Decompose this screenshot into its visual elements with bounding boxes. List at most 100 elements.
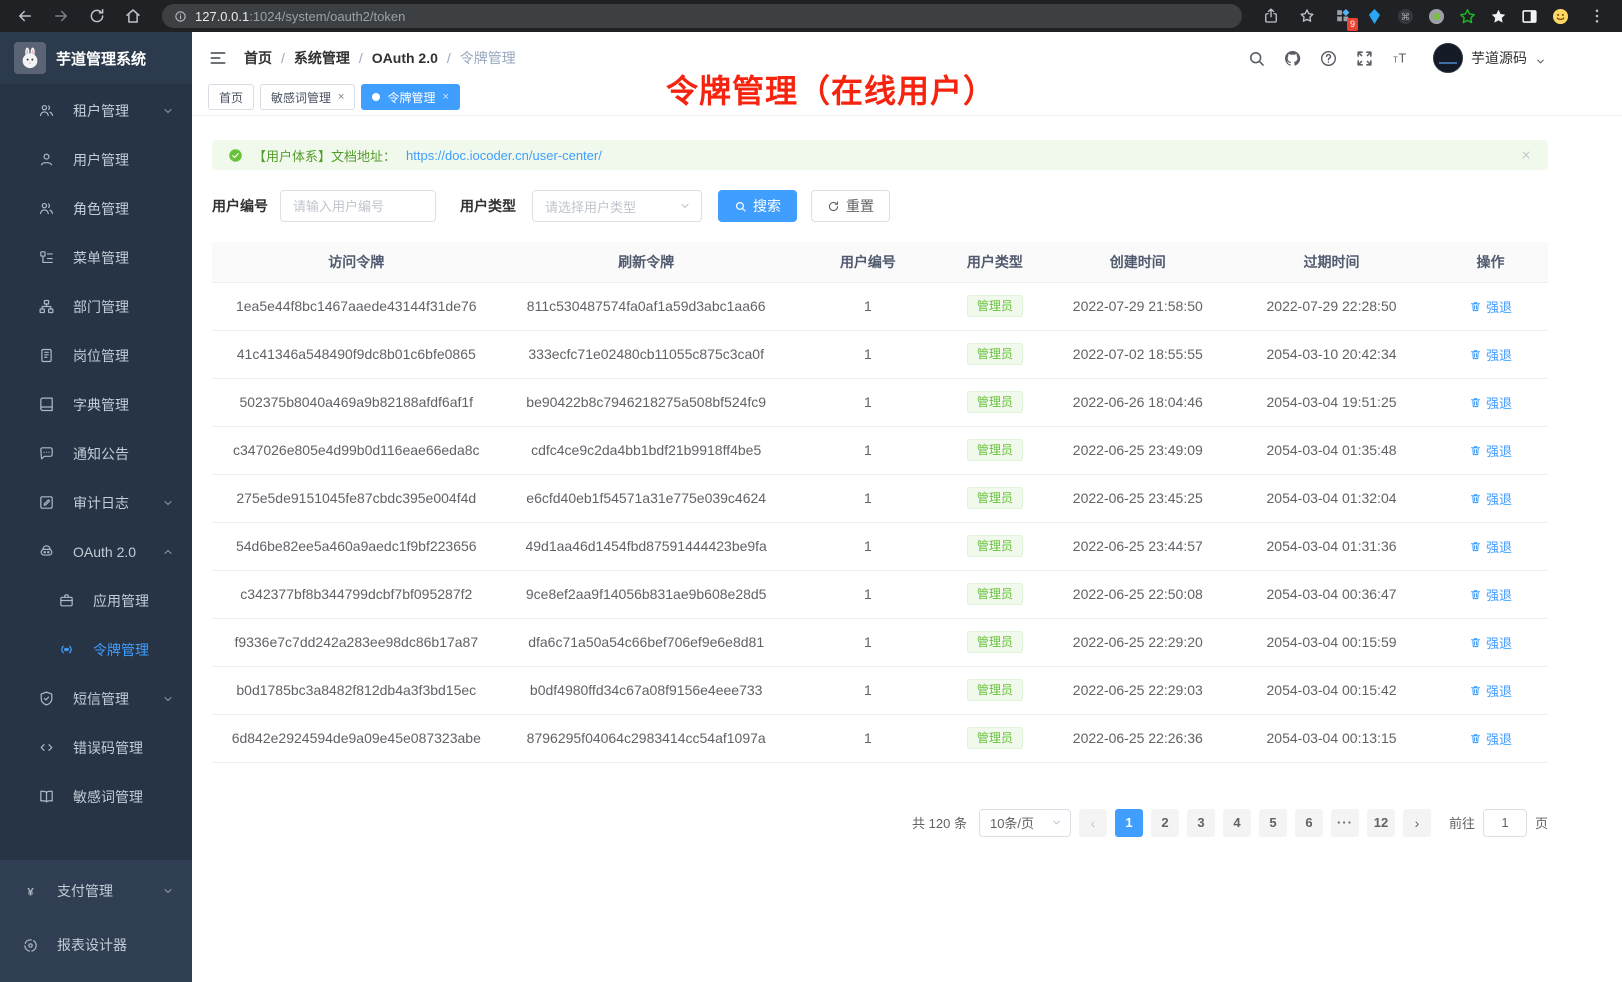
breadcrumb-item[interactable]: 系统管理 — [294, 48, 350, 68]
table-row: 41c41346a548490f9dc8b01c6bfe0865 333ecfc… — [212, 330, 1548, 378]
extension-white-star-icon[interactable] — [1489, 7, 1508, 26]
sidebar-item-error-code[interactable]: 错误码管理 — [0, 723, 192, 772]
sidebar-item-oauth2-token[interactable]: 令牌管理 — [0, 625, 192, 674]
sidebar-item-audit-log[interactable]: 审计日志 — [0, 478, 192, 527]
browser-menu-icon[interactable] — [1588, 7, 1606, 25]
user-menu[interactable]: 芋道源码 — [1433, 43, 1546, 73]
created-time-cell: 2022-06-25 23:44:57 — [1046, 522, 1230, 570]
total-count: 共 120 条 — [912, 813, 967, 832]
sidebar-item-tenant[interactable]: 租户管理 — [0, 86, 192, 135]
extension-badge: 9 — [1347, 18, 1358, 31]
sidebar-item-role[interactable]: 角色管理 — [0, 184, 192, 233]
url-path: :1024/system/oauth2/token — [249, 9, 405, 24]
page-button-12[interactable]: 12 — [1367, 809, 1395, 837]
sidebar-item-report-designer[interactable]: 报表设计器 — [0, 918, 192, 972]
page-button-5[interactable]: 5 — [1259, 809, 1287, 837]
sidebar-item-sms[interactable]: 短信管理 — [0, 674, 192, 723]
page-button-6[interactable]: 6 — [1295, 809, 1323, 837]
extension-emoji-icon[interactable] — [1551, 7, 1570, 26]
font-size-icon[interactable]: TT — [1391, 49, 1410, 68]
extension-gem-icon[interactable] — [1365, 7, 1384, 26]
search-button[interactable]: 搜索 — [718, 190, 797, 222]
breadcrumb-item[interactable]: 首页 — [244, 48, 272, 68]
user-type-badge: 管理员 — [967, 343, 1023, 365]
goto-page-input[interactable] — [1483, 809, 1527, 837]
sidebar-collapse-icon[interactable] — [208, 48, 228, 68]
sidebar-item-oauth2[interactable]: OAuth 2.0 — [0, 527, 192, 576]
address-bar[interactable]: 127.0.0.1:1024/system/oauth2/token — [162, 4, 1242, 28]
sidebar-item-oauth2-app[interactable]: 应用管理 — [0, 576, 192, 625]
force-logout-label: 强退 — [1486, 585, 1512, 604]
force-logout-link[interactable]: 强退 — [1469, 393, 1512, 412]
user-type-cell: 管理员 — [944, 666, 1046, 714]
force-logout-link[interactable]: 强退 — [1469, 537, 1512, 556]
info-icon[interactable] — [174, 10, 187, 23]
extension-record-icon[interactable] — [1427, 7, 1446, 26]
sidebar-item-dept[interactable]: 部门管理 — [0, 282, 192, 331]
created-time-cell: 2022-07-02 18:55:55 — [1046, 330, 1230, 378]
extension-sidepanel-icon[interactable] — [1520, 7, 1539, 26]
next-page-button[interactable]: › — [1403, 809, 1431, 837]
breadcrumb-separator: / — [359, 50, 363, 66]
force-logout-link[interactable]: 强退 — [1469, 729, 1512, 748]
app-logo-row[interactable]: 芋道管理系统 — [0, 32, 192, 84]
force-logout-link[interactable]: 强退 — [1469, 585, 1512, 604]
force-logout-link[interactable]: 强退 — [1469, 441, 1512, 460]
help-icon[interactable] — [1319, 49, 1338, 68]
force-logout-link[interactable]: 强退 — [1469, 681, 1512, 700]
sidebar-item-post[interactable]: 岗位管理 — [0, 331, 192, 380]
sidebar-item-notice[interactable]: 通知公告 — [0, 429, 192, 478]
forward-icon[interactable] — [52, 7, 70, 25]
chevron-up-icon — [162, 546, 174, 558]
user-type-select[interactable]: 请选择用户类型 — [532, 190, 702, 222]
sidebar-item-pay[interactable]: ¥ 支付管理 — [0, 864, 192, 918]
page-button-2[interactable]: 2 — [1151, 809, 1179, 837]
breadcrumb-item: 令牌管理 — [460, 48, 516, 68]
home-icon[interactable] — [124, 7, 142, 25]
tab-home[interactable]: 首页 — [208, 84, 254, 110]
fullscreen-icon[interactable] — [1355, 49, 1374, 68]
reset-button[interactable]: 重置 — [811, 190, 890, 222]
search-icon[interactable] — [1247, 49, 1266, 68]
page-button-3[interactable]: 3 — [1187, 809, 1215, 837]
share-icon[interactable] — [1262, 7, 1280, 25]
table-row: 6d842e2924594de9a09e45e087323abe 8796295… — [212, 714, 1548, 762]
doc-link[interactable]: https://doc.iocoder.cn/user-center/ — [406, 148, 602, 163]
tab-close-icon[interactable]: × — [442, 92, 448, 103]
extension-green-star-icon[interactable] — [1458, 7, 1477, 26]
column-header: 用户类型 — [944, 242, 1046, 282]
reload-icon[interactable] — [88, 7, 106, 25]
back-icon[interactable] — [16, 7, 34, 25]
tab-close-icon[interactable]: × — [338, 92, 344, 103]
force-logout-link[interactable]: 强退 — [1469, 633, 1512, 652]
sidebar-item-menu[interactable]: 菜单管理 — [0, 233, 192, 282]
page-size-select[interactable]: 10条/页 — [979, 809, 1071, 837]
expire-time-cell: 2054-03-04 01:32:04 — [1230, 474, 1433, 522]
prev-page-button[interactable]: ‹ — [1079, 809, 1107, 837]
sidebar-item-sensitive-word[interactable]: 敏感词管理 — [0, 772, 192, 821]
user-id-input[interactable] — [280, 190, 436, 222]
user-type-cell: 管理员 — [944, 474, 1046, 522]
extension-grid-icon[interactable]: 9 — [1334, 7, 1353, 26]
tree-icon — [38, 249, 55, 266]
sidebar-item-label: 字典管理 — [73, 395, 129, 415]
goto-page: 前往 页 — [1449, 809, 1548, 837]
force-logout-link[interactable]: 强退 — [1469, 345, 1512, 364]
force-logout-link[interactable]: 强退 — [1469, 297, 1512, 316]
refresh-token-cell: 8796295f04064c2983414cc54af1097a — [501, 714, 792, 762]
page-button-4[interactable]: 4 — [1223, 809, 1251, 837]
trash-icon — [1469, 636, 1482, 649]
force-logout-label: 强退 — [1486, 297, 1512, 316]
more-pages-button[interactable]: ··· — [1331, 809, 1359, 837]
page-button-1[interactable]: 1 — [1115, 809, 1143, 837]
alert-close-icon[interactable] — [1520, 149, 1532, 161]
sidebar-item-user[interactable]: 用户管理 — [0, 135, 192, 184]
sidebar-item-dict[interactable]: 字典管理 — [0, 380, 192, 429]
extension-command-icon[interactable]: ⌘ — [1396, 7, 1415, 26]
bookmark-star-icon[interactable] — [1298, 7, 1316, 25]
github-icon[interactable] — [1283, 49, 1302, 68]
breadcrumb-item[interactable]: OAuth 2.0 — [372, 50, 438, 66]
force-logout-link[interactable]: 强退 — [1469, 489, 1512, 508]
tab-sensitive-word[interactable]: 敏感词管理 × — [260, 84, 355, 110]
tab-token[interactable]: 令牌管理 × — [361, 84, 459, 110]
